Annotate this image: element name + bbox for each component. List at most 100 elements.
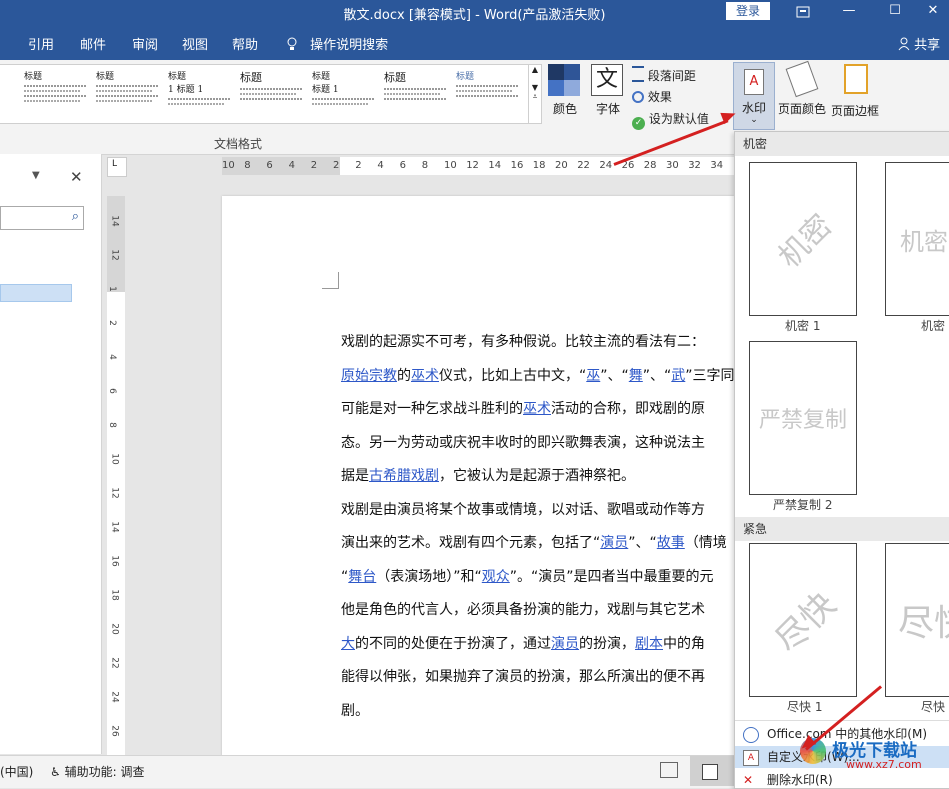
ruler-tick-label: 16: [510, 160, 524, 171]
page-border-icon: [844, 64, 868, 94]
paragraph-line[interactable]: 原始宗教的巫术仪式，比如上古中文，“巫”、“舞”、“武”三字同: [341, 360, 734, 393]
watermark-label: 水印: [741, 101, 766, 115]
ruler-tick-label: 12: [109, 487, 120, 499]
paragraph-line[interactable]: 演出来的艺术。戏剧有四个元素，包括了“演员”、“故事（情境: [341, 527, 734, 560]
watermark-asap-1[interactable]: 尽快: [749, 543, 857, 697]
text-run: 演出来的艺术。戏剧有四个元素，包括了“: [341, 535, 601, 551]
text-run: ”、“: [628, 535, 657, 551]
paragraph-line[interactable]: “舞台（表演场地）”和“观众”。“演员”是四者当中最重要的元: [341, 561, 734, 594]
text-run: 戏剧是由演员将某个故事或情境，以对话、歌唱或动作等方: [341, 501, 705, 518]
style-set-item[interactable]: 标题: [24, 69, 86, 121]
hyperlink[interactable]: 巫术: [411, 368, 439, 384]
vertical-ruler[interactable]: 14 12 1 2 4 6 8 10 12 14 16 18 20 22 24 26: [107, 196, 125, 756]
style-set-item[interactable]: 标题: [240, 69, 302, 121]
paragraph-line[interactable]: 据是古希腊戏剧，它被认为是起源于酒神祭祀。: [341, 460, 734, 493]
nav-search-input[interactable]: ⌕: [0, 206, 84, 230]
paragraph-spacing-button[interactable]: 段落间距: [632, 66, 696, 84]
card-caption: 机密: [921, 319, 946, 333]
style-set-gallery[interactable]: 标题 标题 标题 1 标题 1 标题 标题 标题 1 标题 标题: [0, 64, 529, 124]
login-button[interactable]: 登录: [726, 2, 770, 20]
tell-me-search[interactable]: 操作说明搜索: [286, 34, 388, 53]
hyperlink[interactable]: 武: [671, 368, 685, 384]
watermark-asap-2[interactable]: 尽快: [885, 543, 949, 697]
ruler-tick-label: 20: [555, 160, 568, 171]
paragraph-spacing-icon: [632, 66, 644, 82]
paragraph-line[interactable]: 能得以伸张，如果抛弃了演员的扮演，那么所演出的便不再: [341, 661, 734, 694]
accessibility-icon: ♿: [50, 765, 61, 779]
tab-references[interactable]: 引用: [28, 34, 54, 53]
person-icon: [898, 37, 914, 53]
watermark-button[interactable]: A 水印 ⌄: [733, 62, 775, 130]
gallery-scroll[interactable]: ▲ ▼ ⩡: [528, 64, 542, 124]
ruler-tick-label: 18: [109, 589, 120, 601]
text-run: 的不同的处便在于扮演了，通过: [355, 635, 551, 652]
tab-mailings[interactable]: 邮件: [80, 34, 106, 53]
hyperlink[interactable]: 大: [341, 636, 355, 652]
hyperlink[interactable]: 观众: [482, 569, 510, 585]
watermark-do-not-copy-2[interactable]: 严禁复制: [749, 341, 857, 495]
ribbon-display-icon[interactable]: [780, 0, 826, 24]
close-pane-icon[interactable]: ✕: [70, 168, 83, 186]
remove-watermark-icon: ✕: [743, 773, 754, 787]
nav-heading-selected[interactable]: [0, 284, 72, 302]
hyperlink[interactable]: 故事: [657, 535, 685, 551]
ruler-tick-label: 6: [106, 388, 117, 394]
accessibility-status[interactable]: ♿ 辅助功能: 调查: [50, 763, 144, 780]
colors-button[interactable]: 颜色: [548, 64, 582, 124]
watermark-confidential-2[interactable]: 机密: [885, 162, 949, 316]
paragraph-line[interactable]: 态。另一为劳动或庆祝丰收时的即兴歌舞表演，这种说法主: [341, 427, 734, 460]
hyperlink[interactable]: 舞: [629, 368, 643, 384]
close-button[interactable]: ✕: [910, 0, 949, 24]
text-run: 剧。: [341, 702, 369, 719]
style-set-item[interactable]: 标题: [384, 69, 446, 121]
paragraph-line[interactable]: 大的不同的处便在于扮演了，通过演员的扮演，剧本中的角: [341, 628, 734, 661]
page-border-button[interactable]: 页面边框: [830, 64, 880, 128]
ruler-tick-label: 18: [532, 160, 546, 171]
read-mode-icon[interactable]: [660, 762, 678, 778]
watermark-confidential-1[interactable]: 机密: [749, 162, 857, 316]
hyperlink[interactable]: 巫: [586, 368, 600, 384]
document-page[interactable]: 戏剧的起源实不可考，有多种假说。比较主流的看法有二： 原始宗教的巫术仪式，比如上古…: [222, 196, 734, 756]
style-set-item[interactable]: 标题: [456, 69, 518, 121]
paragraph-line[interactable]: 戏剧是由演员将某个故事或情境，以对话、歌唱或动作等方: [341, 494, 734, 527]
card-caption: 机密 1: [785, 319, 821, 333]
paragraph-line[interactable]: 他是角色的代言人，必须具备扮演的能力，戏剧与其它艺术: [341, 594, 734, 627]
pane-options-icon[interactable]: ▼: [32, 170, 40, 181]
hyperlink[interactable]: 巫术: [523, 401, 551, 417]
share-button[interactable]: 共享: [898, 34, 940, 53]
tab-view[interactable]: 视图: [182, 34, 208, 53]
title-bar: 散文.docx [兼容模式] - Word(产品激活失败) 登录 — ☐ ✕: [0, 0, 949, 24]
fonts-button[interactable]: 文 字体: [591, 64, 625, 124]
effects-button[interactable]: 效果: [632, 88, 672, 105]
paragraph-line[interactable]: 可能是对一种乞求战斗胜利的巫术活动的合称，即戏剧的原: [341, 393, 734, 426]
hyperlink[interactable]: 古希腊戏剧: [369, 468, 439, 484]
text-run: 的扮演，: [579, 635, 635, 652]
style-set-item[interactable]: 标题 1 标题 1: [168, 69, 230, 121]
remove-watermark-menu-item[interactable]: ✕ 删除水印(R): [735, 769, 949, 788]
language-status[interactable]: (中国): [0, 763, 33, 780]
page-color-button[interactable]: 页面颜色: [778, 60, 826, 128]
tab-selector[interactable]: L: [107, 157, 127, 177]
tab-review[interactable]: 审阅: [132, 34, 158, 53]
text-run: 活动的合称，即戏剧的原: [551, 401, 705, 417]
set-default-button[interactable]: ✓ 设为默认值: [632, 110, 709, 130]
hyperlink[interactable]: 剧本: [635, 636, 663, 652]
globe-icon: [743, 727, 759, 743]
ruler-tick-label: 2: [106, 320, 117, 326]
text-run: 戏剧的起源实不可考，有多种假说。比较主流的看法有二：: [341, 334, 705, 350]
minimize-button[interactable]: —: [826, 0, 872, 24]
hyperlink[interactable]: 舞台: [348, 569, 376, 585]
text-run: 能得以伸张，如果抛弃了演员的扮演，那么所演出的便不再: [341, 669, 705, 685]
print-layout-icon[interactable]: [690, 756, 734, 786]
style-set-item[interactable]: 标题: [96, 69, 158, 121]
hyperlink[interactable]: 演员: [600, 535, 628, 551]
hyperlink[interactable]: 原始宗教: [341, 368, 397, 384]
tab-help[interactable]: 帮助: [232, 34, 258, 53]
ruler-tick-label: 10: [222, 160, 235, 171]
horizontal-ruler[interactable]: 10 8 6 4 2 2 2 4 6 8 10 12 14 16 18 20 22 24 26 28 30 32 34: [222, 157, 734, 175]
ruler-tick-label: 30: [666, 160, 679, 171]
paragraph-line[interactable]: 戏剧的起源实不可考，有多种假说。比较主流的看法有二：: [341, 326, 734, 359]
hyperlink[interactable]: 演员: [551, 636, 579, 652]
paragraph-line[interactable]: 剧。: [341, 695, 734, 728]
style-set-item[interactable]: 标题 标题 1: [312, 69, 374, 121]
